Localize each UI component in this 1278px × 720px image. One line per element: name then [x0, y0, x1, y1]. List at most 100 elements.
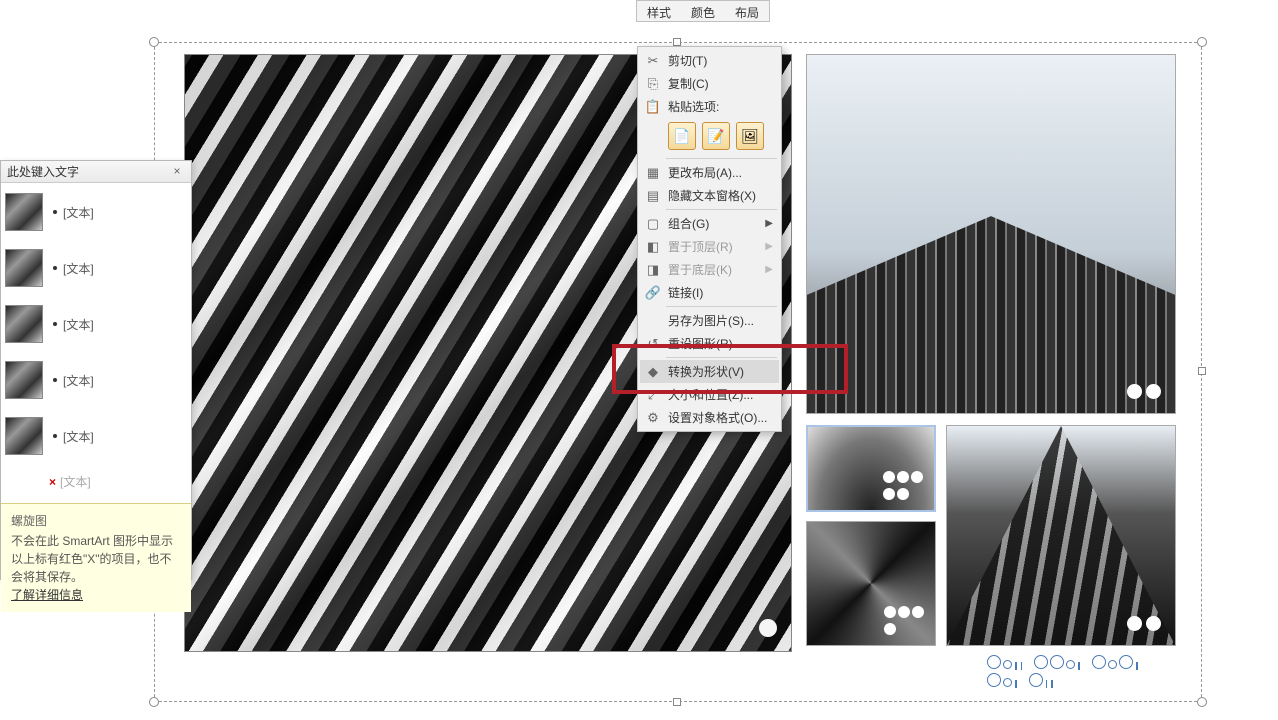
menu-copy[interactable]: ⎘ 复制(C) — [640, 72, 779, 95]
group-icon: ▢ — [644, 215, 662, 233]
reset-icon: ↺ — [644, 335, 662, 353]
bullet-icon — [53, 210, 57, 214]
item-label: [文本] — [63, 316, 94, 333]
separator — [666, 357, 777, 358]
chevron-right-icon: ▶ — [765, 241, 773, 252]
thumb-icon — [5, 417, 43, 455]
menu-link[interactable]: 🔗 链接(I) — [640, 281, 779, 304]
smartart-image-2[interactable] — [806, 54, 1176, 414]
cut-icon: ✂ — [644, 52, 662, 70]
smartart-image-4[interactable] — [806, 521, 936, 646]
copy-icon: ⎘ — [644, 75, 662, 93]
text-pane-item[interactable]: [文本] — [5, 417, 187, 455]
paste-icon: 📋 — [644, 98, 662, 116]
layout-icon: ▦ — [644, 164, 662, 182]
label: 转换为形状(V) — [668, 363, 773, 380]
bullet-icon — [53, 266, 57, 270]
separator — [666, 306, 777, 307]
menu-bring-front: ◧ 置于顶层(R)▶ — [640, 235, 779, 258]
close-icon[interactable]: × — [169, 164, 185, 180]
thumb-icon — [5, 249, 43, 287]
menu-reset-graphic[interactable]: ↺ 重设图形(R) — [640, 332, 779, 355]
label: 复制(C) — [668, 75, 773, 92]
label: 链接(I) — [668, 284, 773, 301]
smartart-image-3[interactable] — [806, 425, 936, 512]
thumb-icon — [5, 193, 43, 231]
mini-tab-style[interactable]: 样式 — [637, 1, 681, 21]
text-pane-item-disabled[interactable]: × [文本] — [5, 473, 187, 490]
thumb-icon — [5, 361, 43, 399]
save-pic-icon — [644, 312, 662, 330]
label: 隐藏文本窗格(X) — [668, 187, 773, 204]
label: 更改布局(A)... — [668, 164, 773, 181]
menu-group[interactable]: ▢ 组合(G)▶ — [640, 212, 779, 235]
mini-tab-layout[interactable]: 布局 — [725, 1, 769, 21]
label: 组合(G) — [668, 215, 765, 232]
smartart-image-5[interactable] — [946, 425, 1176, 646]
label: 置于底层(K) — [668, 261, 765, 278]
resize-handle-tr[interactable] — [1197, 37, 1207, 47]
label: 重设图形(R) — [668, 335, 773, 352]
convert-icon: ◆ — [644, 363, 662, 381]
text-pane-item[interactable]: [文本] — [5, 249, 187, 287]
resize-handle-tm[interactable] — [673, 38, 681, 46]
resize-handle-bl[interactable] — [149, 697, 159, 707]
menu-hide-text-pane[interactable]: ▤ 隐藏文本窗格(X) — [640, 184, 779, 207]
thumb-icon — [5, 305, 43, 343]
separator — [666, 209, 777, 210]
size-icon: ⤢ — [644, 386, 662, 404]
chevron-right-icon: ▶ — [765, 218, 773, 229]
item-label: [文本] — [63, 260, 94, 277]
link-icon: 🔗 — [644, 284, 662, 302]
menu-convert-to-shape[interactable]: ◆ 转换为形状(V) — [640, 360, 779, 383]
label: 剪切(T) — [668, 52, 773, 69]
menu-change-layout[interactable]: ▦ 更改布局(A)... — [640, 161, 779, 184]
menu-size-position[interactable]: ⤢ 大小和位置(Z)... — [640, 383, 779, 406]
resize-handle-bm[interactable] — [673, 698, 681, 706]
smartart-placeholder-bubbles — [986, 654, 1186, 704]
paste-option-2[interactable]: 📝 — [702, 122, 730, 150]
chevron-right-icon: ▶ — [765, 264, 773, 275]
resize-handle-br[interactable] — [1197, 697, 1207, 707]
text-pane-item[interactable]: [文本] — [5, 361, 187, 399]
text-pane-body[interactable]: [文本] [文本] [文本] [文本] [文本] × [文本] — [1, 183, 191, 503]
format-icon: ⚙ — [644, 409, 662, 427]
item-label: [文本] — [63, 204, 94, 221]
pane-icon: ▤ — [644, 187, 662, 205]
bullet-icon — [53, 322, 57, 326]
mini-toolbar: 样式 颜色 布局 — [636, 0, 770, 22]
menu-paste-options-header: 📋粘贴选项: — [640, 95, 779, 118]
item-label: [文本] — [60, 473, 91, 490]
text-pane-item[interactable]: [文本] — [5, 193, 187, 231]
bullet-icon — [53, 434, 57, 438]
label: 大小和位置(Z)... — [668, 386, 773, 403]
menu-cut[interactable]: ✂ 剪切(T) — [640, 49, 779, 72]
text-pane-footer: 螺旋图 不会在此 SmartArt 图形中显示以上标有红色"X"的项目，也不会将… — [1, 503, 191, 612]
footer-body: 不会在此 SmartArt 图形中显示以上标有红色"X"的项目，也不会将其保存。 — [11, 534, 173, 584]
menu-save-as-picture[interactable]: 另存为图片(S)... — [640, 309, 779, 332]
context-menu: ✂ 剪切(T) ⎘ 复制(C) 📋粘贴选项: 📄 📝 🖼 ▦ 更改布局(A)... ▤… — [637, 46, 782, 432]
menu-format-object[interactable]: ⚙设置对象格式(O)... — [640, 406, 779, 429]
error-x-icon: × — [49, 475, 56, 489]
front-icon: ◧ — [644, 238, 662, 256]
resize-handle-tl[interactable] — [149, 37, 159, 47]
decoration-dots — [1127, 616, 1161, 631]
paste-options-row: 📄 📝 🖼 — [640, 118, 779, 156]
text-pane-title: 此处键入文字 — [7, 163, 79, 180]
text-pane-header[interactable]: 此处键入文字 × — [1, 161, 191, 183]
item-label: [文本] — [63, 372, 94, 389]
resize-handle-mr[interactable] — [1198, 367, 1206, 375]
smartart-text-pane: 此处键入文字 × [文本] [文本] [文本] [文本] [文本] ×[文本] … — [0, 160, 192, 580]
label: 置于顶层(R) — [668, 238, 765, 255]
separator — [666, 158, 777, 159]
decoration-dots — [882, 470, 928, 504]
mini-tab-color[interactable]: 颜色 — [681, 1, 725, 21]
text-pane-item[interactable]: [文本] — [5, 305, 187, 343]
back-icon: ◨ — [644, 261, 662, 279]
decoration-dots — [1127, 384, 1161, 399]
menu-send-back: ◨ 置于底层(K)▶ — [640, 258, 779, 281]
paste-option-3[interactable]: 🖼 — [736, 122, 764, 150]
bullet-icon — [53, 378, 57, 382]
paste-option-1[interactable]: 📄 — [668, 122, 696, 150]
learn-more-link[interactable]: 了解详细信息 — [11, 588, 83, 602]
